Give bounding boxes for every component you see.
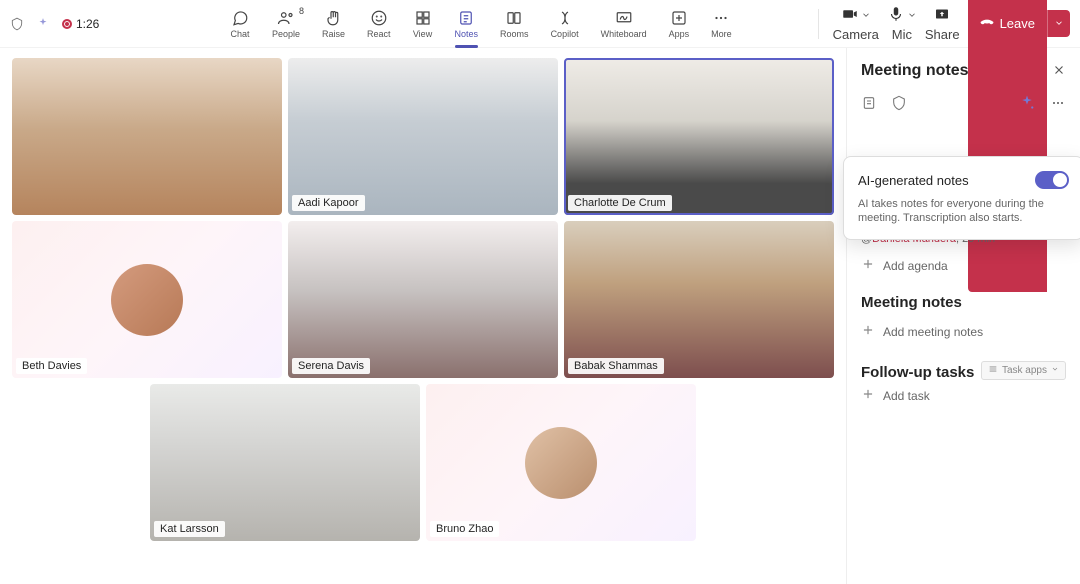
people-button[interactable]: 8 People — [272, 8, 300, 39]
add-meeting-notes-button[interactable]: Add meeting notes — [861, 323, 1066, 340]
avatar — [111, 264, 183, 336]
participant-tile[interactable]: Bruno Zhao — [426, 384, 696, 541]
rooms-button[interactable]: Rooms — [500, 8, 529, 39]
people-icon: 8 — [276, 8, 296, 28]
copilot-button[interactable]: Copilot — [551, 8, 579, 39]
plus-icon — [861, 323, 875, 340]
participant-name: Babak Shammas — [568, 358, 664, 374]
hand-icon — [324, 8, 344, 28]
panel-tabs — [861, 94, 1066, 115]
chevron-down-icon — [907, 8, 917, 23]
share-icon — [933, 5, 951, 26]
ai-notes-toggle[interactable] — [1035, 171, 1069, 189]
ai-notes-popover: AI-generated notes AI takes notes for ev… — [843, 156, 1080, 240]
plus-square-icon — [669, 8, 689, 28]
participant-tile[interactable]: Beth Davies — [12, 221, 282, 378]
avatar — [525, 427, 597, 499]
participant-name: Serena Davis — [292, 358, 370, 374]
rooms-icon — [504, 8, 524, 28]
panel-header: Meeting notes — [861, 62, 1066, 80]
shield-tab-icon[interactable] — [891, 95, 907, 114]
react-button[interactable]: React — [367, 8, 391, 39]
participant-tile[interactable]: Kat Larsson — [150, 384, 420, 541]
record-time: 1:26 — [76, 17, 99, 31]
meeting-main: Aadi Kapoor Charlotte De Crum Beth Davie… — [0, 48, 1080, 584]
notes-icon — [456, 8, 476, 28]
add-agenda-button[interactable]: Add agenda — [861, 257, 1066, 274]
mic-icon — [887, 5, 905, 26]
participant-name: Beth Davies — [16, 358, 87, 374]
raise-hand-button[interactable]: Raise — [322, 8, 345, 39]
close-button[interactable] — [1052, 63, 1066, 80]
sparkle-icon — [36, 17, 50, 31]
participant-name: Aadi Kapoor — [292, 195, 365, 211]
separator — [818, 9, 819, 39]
plus-icon — [861, 387, 875, 404]
plus-icon — [861, 257, 875, 274]
meeting-notes-heading: Meeting notes — [861, 294, 1066, 311]
chevron-down-icon — [861, 8, 871, 23]
grid-icon — [413, 8, 433, 28]
participant-name: Bruno Zhao — [430, 521, 499, 537]
shield-icon — [10, 17, 24, 31]
followup-tasks-heading: Follow-up tasks — [861, 364, 974, 381]
hangup-icon — [980, 15, 994, 32]
chevron-down-icon — [1051, 365, 1059, 376]
copilot-icon — [555, 8, 575, 28]
smiley-icon — [369, 8, 389, 28]
panel-more-button[interactable] — [1050, 95, 1066, 114]
more-icon — [711, 8, 731, 28]
add-task-button[interactable]: Add task — [861, 387, 1066, 404]
ai-popover-title: AI-generated notes — [858, 173, 969, 188]
participant-name: Kat Larsson — [154, 521, 225, 537]
notes-panel: Meeting notes AI-generated notes AI take… — [846, 48, 1080, 584]
chat-icon — [230, 8, 250, 28]
toolbar-left: 1:26 — [10, 17, 150, 31]
camera-icon — [841, 5, 859, 26]
whiteboard-icon — [614, 8, 634, 28]
recording-indicator: 1:26 — [62, 17, 99, 31]
ai-popover-description: AI takes notes for everyone during the m… — [858, 197, 1069, 225]
task-apps-dropdown[interactable]: Task apps — [981, 361, 1066, 380]
toolbar-center: Chat 8 People Raise React View Notes R — [154, 8, 808, 39]
record-dot-icon — [62, 19, 72, 29]
leave-dropdown[interactable] — [1047, 10, 1070, 37]
notes-button[interactable]: Notes — [455, 8, 479, 39]
participant-tile[interactable]: Babak Shammas — [564, 221, 834, 378]
participant-tile[interactable]: Aadi Kapoor — [288, 58, 558, 215]
list-icon — [988, 364, 998, 377]
whiteboard-button[interactable]: Whiteboard — [601, 8, 647, 39]
participant-tile[interactable] — [12, 58, 282, 215]
panel-body: @Daniela Mandera, 20 min Add agenda Meet… — [861, 227, 1066, 424]
share-button[interactable]: Share — [925, 5, 960, 42]
apps-button[interactable]: Apps — [669, 8, 690, 39]
notes-tab-icon[interactable] — [861, 95, 877, 114]
mic-button[interactable]: Mic — [887, 5, 917, 42]
view-button[interactable]: View — [413, 8, 433, 39]
more-button[interactable]: More — [711, 8, 732, 39]
video-grid: Aadi Kapoor Charlotte De Crum Beth Davie… — [0, 48, 846, 584]
participant-tile[interactable]: Charlotte De Crum — [564, 58, 834, 215]
chat-button[interactable]: Chat — [230, 8, 250, 39]
participant-name: Charlotte De Crum — [568, 195, 672, 211]
ai-sparkle-button[interactable] — [1018, 94, 1036, 115]
participant-tile[interactable]: Serena Davis — [288, 221, 558, 378]
camera-button[interactable]: Camera — [833, 5, 879, 42]
panel-title: Meeting notes — [861, 62, 969, 80]
meeting-toolbar: 1:26 Chat 8 People Raise React View — [0, 0, 1080, 48]
